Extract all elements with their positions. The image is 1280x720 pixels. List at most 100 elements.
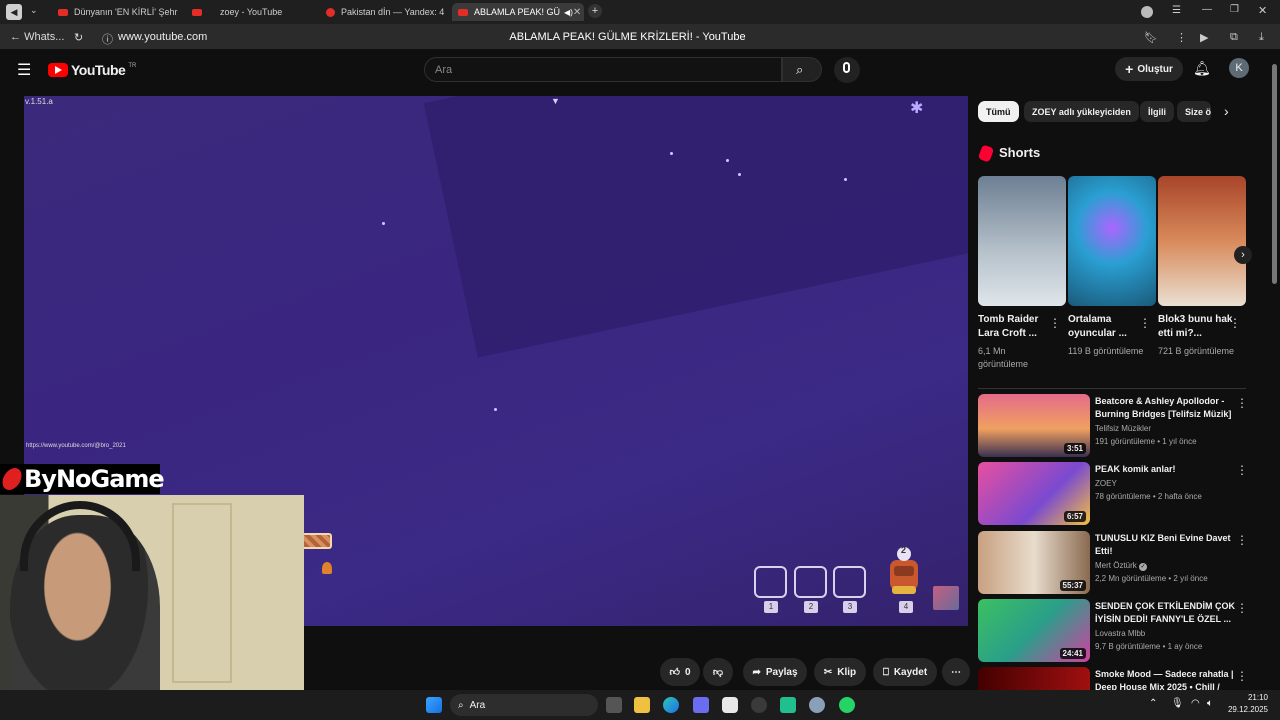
video-thumbnail-2[interactable]: 6:57 bbox=[978, 462, 1090, 525]
tab-4[interactable]: Pakistan dİn — Yandex: 40 bbox=[320, 3, 444, 21]
restore-icon[interactable]: ❐ bbox=[1230, 4, 1239, 15]
video-thumbnail-5[interactable] bbox=[978, 667, 1090, 690]
settings-icon[interactable] bbox=[809, 697, 825, 713]
share-button[interactable]: ➦ Paylaş bbox=[743, 658, 807, 686]
store-icon[interactable] bbox=[693, 697, 709, 713]
more-icon[interactable]: ⋮ bbox=[1176, 31, 1187, 44]
clip-button[interactable]: ✂ Klip bbox=[814, 658, 866, 686]
minimize-icon[interactable]: — bbox=[1202, 4, 1212, 15]
tab-2[interactable] bbox=[186, 3, 212, 21]
video-menu-icon[interactable]: ⋮ bbox=[1236, 533, 1248, 547]
windows-start-icon[interactable] bbox=[426, 697, 442, 713]
video-title[interactable]: Smoke Mood — Sadece rahatla | Deep House… bbox=[1095, 668, 1235, 690]
star-dot bbox=[670, 152, 673, 155]
video-title[interactable]: TUNUSLU KIZ Beni Evine Davet Etti! bbox=[1095, 532, 1235, 558]
tab-3[interactable]: zoey - YouTube bbox=[214, 3, 314, 21]
back-button[interactable]: ← Whats... bbox=[10, 31, 64, 43]
search-button[interactable]: ⌕ bbox=[782, 57, 822, 82]
video-menu-icon[interactable]: ⋮ bbox=[1236, 463, 1248, 477]
create-button[interactable]: + Oluştur bbox=[1115, 57, 1183, 81]
menu-icon[interactable]: ☰ bbox=[1172, 5, 1181, 16]
video-thumbnail-1[interactable]: 3:51 bbox=[978, 394, 1090, 457]
file-explorer-icon[interactable] bbox=[634, 697, 650, 713]
audio-icon: ◀) bbox=[564, 7, 573, 17]
taskbar-search[interactable]: ⌕ Ara bbox=[450, 694, 598, 716]
video-title[interactable]: PEAK komik anlar! bbox=[1095, 463, 1235, 476]
media-icon[interactable]: ▶ bbox=[1200, 31, 1208, 44]
extensions-icon[interactable]: ⧉ bbox=[1230, 31, 1238, 44]
url-field[interactable]: www.youtube.com bbox=[118, 31, 207, 43]
profile-icon[interactable] bbox=[1141, 6, 1153, 18]
search-input[interactable]: Ara bbox=[424, 57, 782, 82]
short-thumbnail-3[interactable] bbox=[1158, 176, 1246, 306]
short-thumbnail-2[interactable] bbox=[1068, 176, 1156, 306]
bookmark-icon[interactable]: 🔖︎ bbox=[1144, 31, 1158, 44]
clock-time[interactable]: 21:10 bbox=[1234, 693, 1268, 702]
short-menu-icon[interactable]: ⋮ bbox=[1229, 316, 1241, 330]
tray-chevron-icon[interactable]: ⌃ bbox=[1149, 698, 1157, 709]
webcam-overlay bbox=[0, 495, 304, 720]
short-title[interactable]: Ortalama oyuncular ... bbox=[1068, 313, 1146, 341]
game-version-text: v.1.51.a bbox=[25, 97, 53, 106]
tab-1[interactable]: Dünyanın 'EN KİRLİ' Şehri bbox=[52, 3, 178, 21]
slot-number: 2 bbox=[804, 601, 818, 613]
xbox-icon[interactable] bbox=[751, 697, 767, 713]
video-thumbnail-4[interactable]: 24:41 bbox=[978, 599, 1090, 662]
wifi-icon[interactable]: ◠ bbox=[1191, 698, 1200, 709]
chip-from-uploader[interactable]: ZOEY adlı yükleyiciden bbox=[1024, 101, 1139, 122]
tab-list-chevron-icon[interactable]: ⌄ bbox=[30, 5, 38, 16]
hud-marker-icon: ▼ bbox=[551, 96, 560, 106]
chips-next-chevron-icon[interactable]: › bbox=[1224, 103, 1229, 119]
video-channel[interactable]: ZOEY bbox=[1095, 477, 1245, 490]
account-avatar[interactable]: K bbox=[1229, 58, 1249, 78]
more-actions-button[interactable]: ⋯ bbox=[942, 658, 970, 686]
microphone-icon bbox=[843, 62, 850, 73]
chip-for-you[interactable]: Size ö bbox=[1177, 101, 1211, 122]
edge-browser-icon[interactable] bbox=[663, 697, 679, 713]
page-scrollbar[interactable] bbox=[1272, 64, 1277, 284]
chip-related[interactable]: İlgili bbox=[1140, 101, 1174, 122]
short-title[interactable]: Tomb Raider Lara Croft ... bbox=[978, 313, 1056, 341]
microphone-tray-icon[interactable]: 🎙︎ bbox=[1171, 698, 1184, 709]
video-menu-icon[interactable]: ⋮ bbox=[1236, 396, 1248, 410]
tab-active[interactable]: ABLAMLA PEAK! GÜ ◀) ✕ bbox=[452, 3, 584, 21]
video-channel[interactable]: Mert Öztürk ✓ bbox=[1095, 559, 1245, 572]
snowflake-icon: ✱ bbox=[910, 100, 924, 117]
yandex-browser-icon[interactable] bbox=[722, 697, 738, 713]
short-menu-icon[interactable]: ⋮ bbox=[1049, 316, 1061, 330]
speaker-icon[interactable]: ◀ bbox=[6, 4, 22, 20]
video-channel[interactable]: Lovastra Mlbb bbox=[1095, 627, 1245, 640]
shorts-next-chevron-icon[interactable]: › bbox=[1234, 246, 1252, 264]
star-dot bbox=[494, 408, 497, 411]
close-tab-icon[interactable]: ✕ bbox=[573, 7, 581, 18]
close-window-icon[interactable]: ✕ bbox=[1258, 4, 1267, 17]
video-title[interactable]: SENDEN ÇOK ETKİLENDİM ÇOK İYİSİN DEDİ! F… bbox=[1095, 600, 1235, 626]
short-thumbnail-1[interactable] bbox=[978, 176, 1066, 306]
video-title[interactable]: Beatcore & Ashley Apollodor - Burning Br… bbox=[1095, 395, 1235, 421]
whatsapp-icon[interactable] bbox=[839, 697, 855, 713]
hamburger-menu-icon[interactable]: ☰ bbox=[17, 60, 31, 80]
short-title[interactable]: Blok3 bunu hak etti mi?... bbox=[1158, 313, 1236, 341]
short-menu-icon[interactable]: ⋮ bbox=[1139, 316, 1151, 330]
short-views: 119 B görüntüleme bbox=[1068, 346, 1144, 356]
clock-date[interactable]: 29.12.2025 bbox=[1222, 705, 1268, 714]
video-channel[interactable]: Telifsiz Müzikler bbox=[1095, 422, 1245, 435]
new-tab-icon[interactable]: + bbox=[588, 4, 602, 18]
site-info-icon[interactable]: ⓘ bbox=[102, 31, 113, 47]
voice-search-button[interactable] bbox=[834, 57, 860, 83]
download-icon[interactable]: ⤓ bbox=[1259, 31, 1264, 44]
save-button[interactable]: ⎕ Kaydet bbox=[873, 658, 937, 686]
video-menu-icon[interactable]: ⋮ bbox=[1236, 669, 1248, 683]
video-menu-icon[interactable]: ⋮ bbox=[1236, 601, 1248, 615]
youtube-logo[interactable]: YouTube TR bbox=[48, 62, 136, 78]
app-icon[interactable] bbox=[780, 697, 796, 713]
like-button[interactable]: 👍︎ 0 bbox=[660, 658, 700, 686]
short-views: 721 B görüntüleme bbox=[1158, 346, 1235, 356]
video-thumbnail-3[interactable]: 55:37 bbox=[978, 531, 1090, 594]
chip-all[interactable]: Tümü bbox=[978, 101, 1019, 122]
volume-icon[interactable]: 🔈︎ bbox=[1207, 698, 1213, 709]
reload-icon[interactable]: ↻ bbox=[74, 31, 83, 44]
task-view-icon[interactable] bbox=[606, 697, 622, 713]
notifications-bell-icon[interactable]: 🔔︎ bbox=[1193, 60, 1211, 77]
dislike-button[interactable]: 👎︎ bbox=[703, 658, 733, 686]
